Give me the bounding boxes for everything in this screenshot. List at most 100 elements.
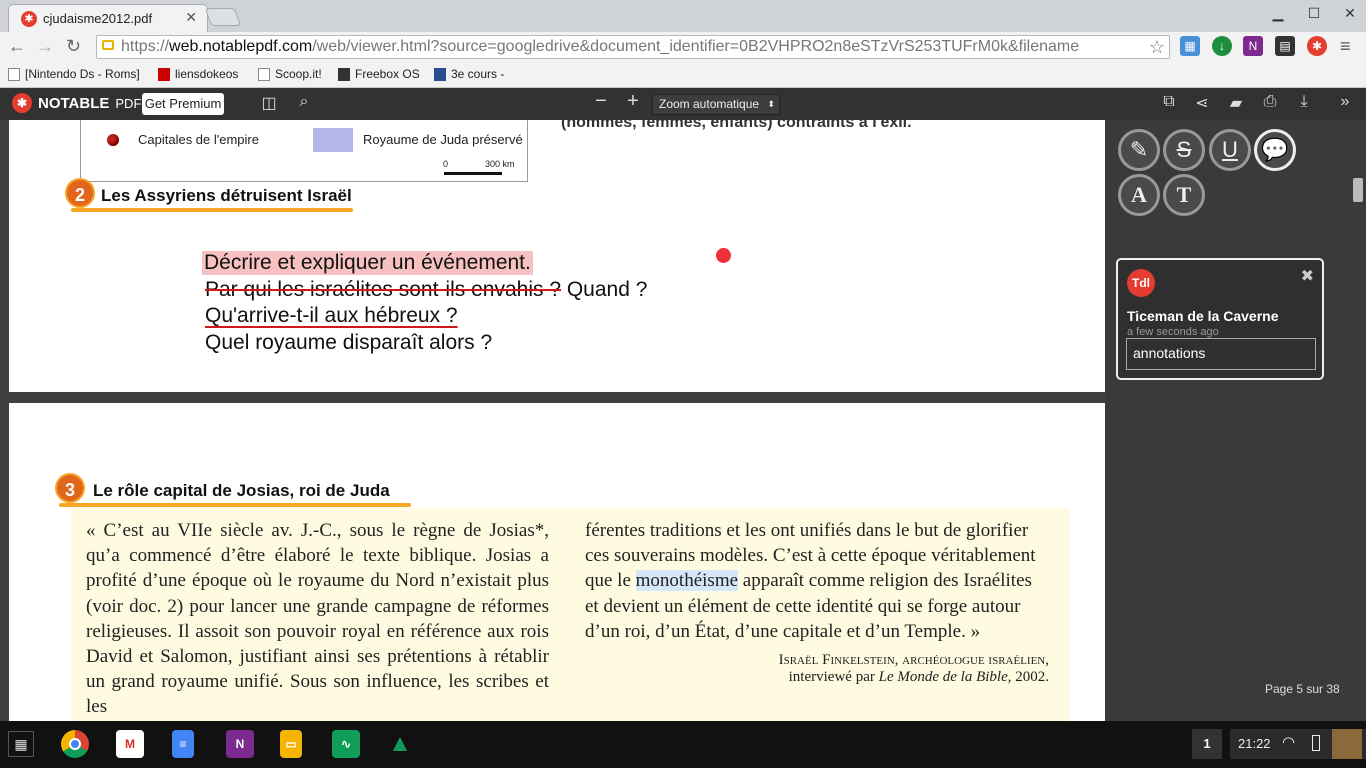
maximize-icon[interactable]: ☐ [1304,5,1324,22]
notification-badge[interactable]: 1 [1192,729,1222,759]
close-icon[interactable]: ✖ [1301,266,1314,286]
section-number: 2 [65,178,95,208]
legend-juda-label: Royaume de Juda préservé [363,132,523,147]
attribution: Israël Finkelstein, archéologue israélie… [778,652,1049,686]
section-title: Les Assyriens détruisent Israël [101,186,352,205]
new-tab-button[interactable] [204,8,242,26]
quote-column-left: « C’est au VIIe siècle av. J.-C., sous l… [86,520,549,718]
status-tray[interactable]: 21:22 ◠ [1230,729,1366,759]
avatar: Tdl [1127,269,1155,297]
bookmark-item[interactable]: 3e cours - [434,67,504,81]
section-underline [59,503,411,507]
comment-tool-button[interactable]: 💬 [1254,129,1296,171]
capital-dot-icon [107,134,119,146]
zoom-in-button[interactable]: + [622,90,644,113]
page-icon [258,67,270,81]
share-icon[interactable]: ⋖ [1191,93,1213,113]
tab-title: cjudaisme2012.pdf [43,11,153,26]
url-host: web.notablepdf.com [169,38,313,55]
wifi-icon: ◠ [1282,734,1296,751]
url-scheme: https:// [121,38,170,55]
bookmark-item[interactable]: Freebox OS [338,67,420,81]
pdf-viewer[interactable]: Capitales de l'empire Royaume de Juda pr… [0,120,1105,721]
back-arrow-icon[interactable]: ← [8,36,26,57]
comment-author: Ticeman de la Caverne [1127,308,1279,324]
text-annotation[interactable]: Quel royaume disparaît alors ? [205,331,492,355]
sidebar-toggle-icon[interactable]: ◫ [258,93,280,113]
zoom-out-button[interactable]: − [590,90,612,113]
scrollbar-thumb[interactable] [1353,178,1363,202]
menu-icon[interactable]: ≡ [1340,36,1351,57]
print-icon[interactable]: ⎙ [1259,93,1281,111]
notable-app-bar: ✱ NOTABLE PDF Get Premium ◫ ⌕ − + Zoom au… [0,88,1366,120]
underline-annotation[interactable]: Qu'arrive-t-il aux hébreux ? [205,304,458,328]
strikethrough-text: Par qui les israélites sont-ils envahis … [205,278,561,301]
notable-logo-icon: ✱ [12,93,32,113]
address-bar[interactable]: https://web.notablepdf.com/web/viewer.ht… [96,35,1170,59]
sheets-app-icon[interactable]: ∿ [332,730,360,758]
text-tool-button[interactable]: A [1118,174,1160,216]
minimize-icon[interactable]: ▁ [1268,5,1288,22]
notable-extension-icon[interactable]: ✱ [1307,36,1327,56]
underline-tool-button[interactable]: U [1209,129,1251,171]
browser-tab[interactable]: ✱ cjudaisme2012.pdf ✕ [8,4,208,32]
page-text: (hommes, femmes, enfants) contraints à l… [561,120,912,131]
scale-km: 300 km [485,159,515,169]
highlight-annotation[interactable]: Décrire et expliquer un événement. [202,251,533,275]
drive-app-icon[interactable]: ▲ [386,730,414,758]
bookmarks-bar: [Nintendo Ds - Roms] liensdokeos Scoop.i… [0,62,1366,88]
quote-box: « C’est au VIIe siècle av. J.-C., sous l… [71,508,1069,721]
zoom-select[interactable]: Zoom automatique ⬍ [652,94,780,115]
slides-app-icon[interactable]: ▭ [280,730,302,758]
strikethrough-annotation-line[interactable]: Par qui les israélites sont-ils envahis … [205,278,647,302]
scale-zero: 0 [443,159,449,169]
os-shelf: ▦ M ≡ N ▭ ∿ ▲ 1 21:22 ◠ [0,721,1366,768]
pdf-page: Capitales de l'empire Royaume de Juda pr… [9,120,1105,392]
battery-icon [1312,735,1320,751]
highlight-tool-button[interactable]: ✎ [1118,129,1160,171]
gmail-app-icon[interactable]: M [116,730,144,758]
close-window-icon[interactable]: ✕ [1340,5,1360,22]
film-extension-icon[interactable]: ▤ [1275,36,1295,56]
onenote-extension-icon[interactable]: N [1243,36,1263,56]
close-tab-icon[interactable]: ✕ [185,9,197,26]
user-avatar-icon [1332,729,1362,759]
legend-capitals-label: Capitales de l'empire [138,132,259,147]
download-icon[interactable]: ⤓ [1293,93,1315,111]
comment-time: a few seconds ago [1127,326,1219,338]
expand-panel-icon[interactable]: » [1334,93,1356,111]
page-icon [8,67,20,81]
open-folder-icon[interactable]: ▰ [1225,93,1247,113]
forward-arrow-icon[interactable]: → [36,36,54,57]
bookmark-star-icon[interactable]: ☆ [1148,36,1165,58]
notable-favicon-icon: ✱ [21,11,37,27]
bookmark-item[interactable]: Scoop.it! [258,67,322,81]
bookmark-item[interactable]: liensdokeos [158,67,238,81]
highlighted-word[interactable]: monothéisme [635,570,739,592]
chrome-app-icon[interactable] [61,730,89,758]
lock-icon [102,40,114,50]
free-icon [158,67,170,81]
image-icon [434,67,446,81]
docs-app-icon[interactable]: ≡ [172,730,194,758]
reload-icon[interactable]: ↻ [66,36,81,57]
search-icon[interactable]: ⌕ [293,93,315,111]
annotation-text: Quand ? [561,278,648,301]
copy-icon[interactable]: ⧉ [1158,93,1180,111]
comment-marker-icon[interactable] [716,248,731,263]
notable-logo: ✱ NOTABLE PDF [12,93,141,113]
strikethrough-tool-button[interactable]: S [1163,129,1205,171]
section-number: 3 [55,473,85,503]
extension-grid-icon[interactable]: ▦ [1180,36,1200,56]
quote-column-right: férentes traditions et les ont unifiés d… [585,520,1049,686]
onenote-app-icon[interactable]: N [226,730,254,758]
extension-download-icon[interactable]: ↓ [1212,36,1232,56]
freebox-icon [338,67,350,81]
annotation-panel: ✎ S U 💬 A T Tdl ✖ Ticeman de la Caverne … [1105,120,1366,721]
app-launcher-icon[interactable]: ▦ [8,731,34,757]
bookmark-item[interactable]: [Nintendo Ds - Roms] [8,67,140,81]
textbox-tool-button[interactable]: T [1163,174,1205,216]
get-premium-button[interactable]: Get Premium [142,93,224,115]
comment-textarea[interactable]: annotations [1126,338,1316,370]
page-counter: Page 5 sur 38 [1265,682,1340,696]
